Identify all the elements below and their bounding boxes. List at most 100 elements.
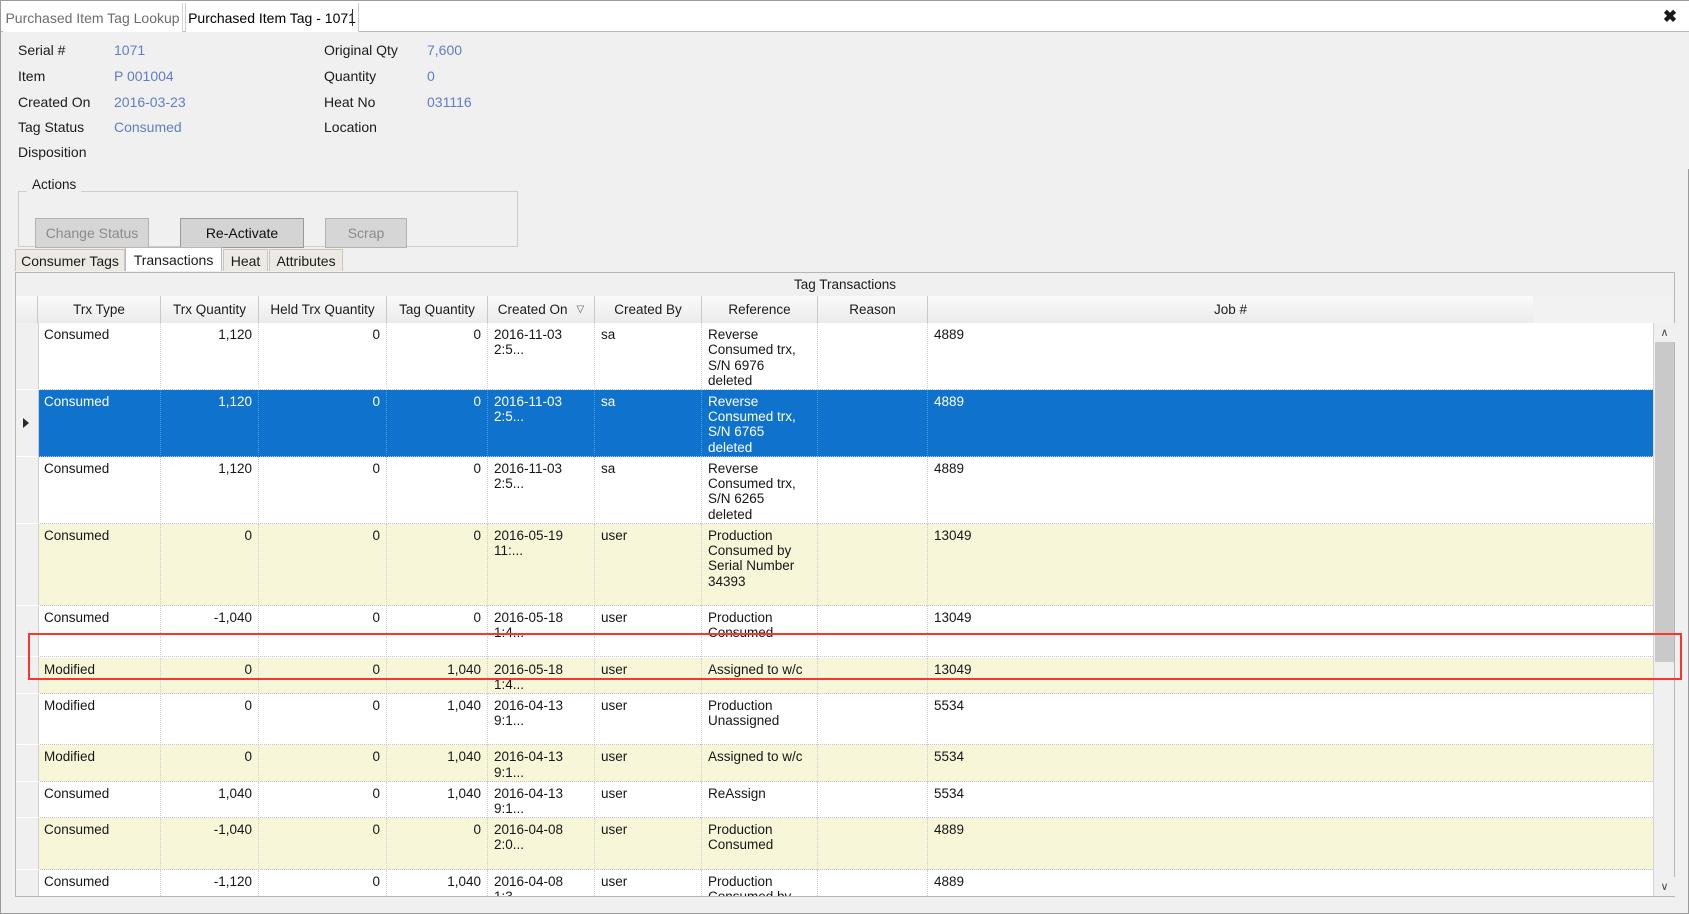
row-selector-cell[interactable] [16,456,39,524]
cell-tag-quantity: 0 [387,605,488,658]
table-row[interactable]: Consumed 1,120 0 0 2016-11-03 2:5... sa Revers… [16,323,1653,390]
value-quantity: 0 [427,68,435,84]
cell-trx-type: Consumed [38,605,161,658]
row-selector-cell[interactable] [16,605,39,658]
table-row[interactable]: Modified 0 0 1,040 2016-04-13 9:1... user Assi… [16,745,1653,782]
cell-trx-quantity: 1,120 [161,323,259,390]
cell-job-number: 4889 [934,327,965,342]
table-row[interactable]: Modified 0 0 1,040 2016-05-18 1:4... user Assi… [16,657,1653,694]
column-header-label: Tag Quantity [399,302,475,317]
column-header-created-by[interactable]: Created By [595,296,702,323]
table-row[interactable]: Consumed 1,040 0 1,040 2016-04-13 9:1... user… [16,781,1653,818]
tab-heat[interactable]: Heat [223,249,268,271]
table-row[interactable]: Consumed -1,040 0 0 2016-05-18 1:4... user Pro… [16,605,1653,658]
cell-reference: Reverse Consumed trx, S/N 6765 deleted [702,389,818,457]
cell-job-number: 5534 [934,785,965,801]
column-header-held-trx-quantity[interactable]: Held Trx Quantity [259,296,387,323]
cell-trx-type: Modified [38,745,161,782]
cell-reference: Production Consumed by Serial Number 343… [702,523,818,606]
row-selector-cell[interactable] [16,523,39,606]
grid-vertical-scrollbar[interactable]: ∧ ∨ [1653,323,1675,896]
cell-created-on: 2016-04-13 9:1... [488,781,595,818]
cell-trx-quantity: 1,120 [161,389,259,457]
change-status-button[interactable]: Change Status [35,218,149,248]
row-selector-cell[interactable] [16,389,39,457]
column-header-label: Trx Quantity [172,302,247,317]
tab-purchased-item-tag-1071[interactable]: Purchased Item Tag - 1071 [185,3,359,32]
row-selector-cell[interactable] [16,693,39,746]
cell-reference: Production Consumed by Serial Number 697… [702,869,818,896]
cell-trx-quantity: 0 [161,693,259,746]
column-header-reference[interactable]: Reference [702,296,818,323]
row-selector-cell[interactable] [16,781,39,818]
column-header-created-on[interactable]: Created On ▽ [488,296,595,323]
column-header-trx-type[interactable]: Trx Type [38,296,161,323]
cell-reason [818,323,928,390]
cell-created-by: user [595,523,702,606]
table-row[interactable]: Modified 0 0 1,040 2016-04-13 9:1... user Prod… [16,693,1653,746]
row-selector-cell[interactable] [16,657,39,694]
cell-job-number: 4889 [934,460,965,476]
tab-consumer-tags[interactable]: Consumer Tags [15,249,125,271]
row-selector-cell[interactable] [16,869,39,896]
cell-created-on: 2016-04-13 9:1... [488,693,595,746]
row-selector-cell[interactable] [16,323,39,390]
cell-trx-quantity: -1,040 [161,605,259,658]
cell-held-trx-quantity: 0 [259,693,387,746]
label-quantity: Quantity [324,68,377,84]
scrollbar-thumb[interactable] [1655,342,1674,662]
cell-reference: Assigned to w/c [702,745,818,782]
cell-tag-quantity: 1,040 [387,693,488,746]
cell-reason [818,605,928,658]
table-row[interactable]: Consumed-1,12001,0402016-04-08 1:3...use… [16,869,1653,896]
column-header-label: Held Trx Quantity [270,302,375,317]
label-disposition: Disposition [18,144,87,160]
cell-trx-type: Consumed [38,323,161,390]
cell-reference: ReAssign [702,781,818,818]
column-header-tag-quantity[interactable]: Tag Quantity [387,296,488,323]
grid-body: Consumed 1,120 0 0 2016-11-03 2:5... sa Revers… [16,323,1653,896]
cell-created-by: user [595,818,702,870]
cell-created-on: 2016-11-03 2:5... [488,389,595,457]
cell-held-trx-quantity: 0 [259,869,387,896]
cell-trx-quantity: 1,040 [161,781,259,818]
scroll-down-icon[interactable]: ∨ [1654,877,1675,896]
tab-purchased-item-tag-lookup[interactable]: Purchased Item Tag Lookup [3,3,183,32]
cell-job-number: 4889 [934,822,965,837]
cell-trx-type: Consumed [38,818,161,870]
column-header-trx-quantity[interactable]: Trx Quantity [161,296,259,323]
table-row[interactable]: Consumed 0 0 0 2016-05-19 11:... user Producti… [16,523,1653,606]
column-header-reason[interactable]: Reason [818,296,928,323]
column-header-label: Created By [614,302,682,317]
table-row[interactable]: Consumed 1,120 0 0 2016-11-03 2:5... sa Revers… [16,389,1653,457]
cell-reference: Production Consumed [702,605,818,658]
tag-summary-fields: Serial # 1071 Item P 001004 Created On 2… [1,32,1689,169]
table-row[interactable]: Consumed 1,120 0 0 2016-11-03 2:5... sa Revers… [16,456,1653,524]
value-original-qty: 7,600 [427,42,463,58]
tab-attributes[interactable]: Attributes [269,249,343,271]
tab-transactions[interactable]: Transactions [125,247,222,271]
cell-trx-type: Modified [38,693,161,746]
row-selector-cell[interactable] [16,818,39,870]
cell-job-number: 13049 [934,527,972,543]
scroll-up-icon[interactable]: ∧ [1654,323,1675,342]
row-selector-cell[interactable] [16,745,39,782]
tab-label: Heat [230,252,261,269]
cell-tag-quantity: 1,040 [387,745,488,782]
column-header-label: Reason [849,302,896,317]
column-header-job-number[interactable]: Job # [928,296,1533,323]
label-item: Item [18,68,46,84]
close-icon[interactable]: ✖ [1658,5,1682,27]
scrap-button[interactable]: Scrap [325,218,407,248]
re-activate-button[interactable]: Re-Activate [180,218,304,248]
cell-created-by: user [595,605,702,658]
cell-created-on: 2016-04-08 1:3... [488,869,595,896]
tab-label: Transactions [133,251,214,268]
cell-held-trx-quantity: 0 [259,323,387,390]
cell-job-number: 5534 [934,749,965,765]
cell-reason [818,869,928,896]
table-row[interactable]: Consumed -1,040 0 0 2016-04-08 2:0... user Pro… [16,818,1653,870]
cell-created-on: 2016-04-08 2:0... [488,818,595,870]
cell-tag-quantity: 0 [387,456,488,524]
cell-reason [818,456,928,524]
